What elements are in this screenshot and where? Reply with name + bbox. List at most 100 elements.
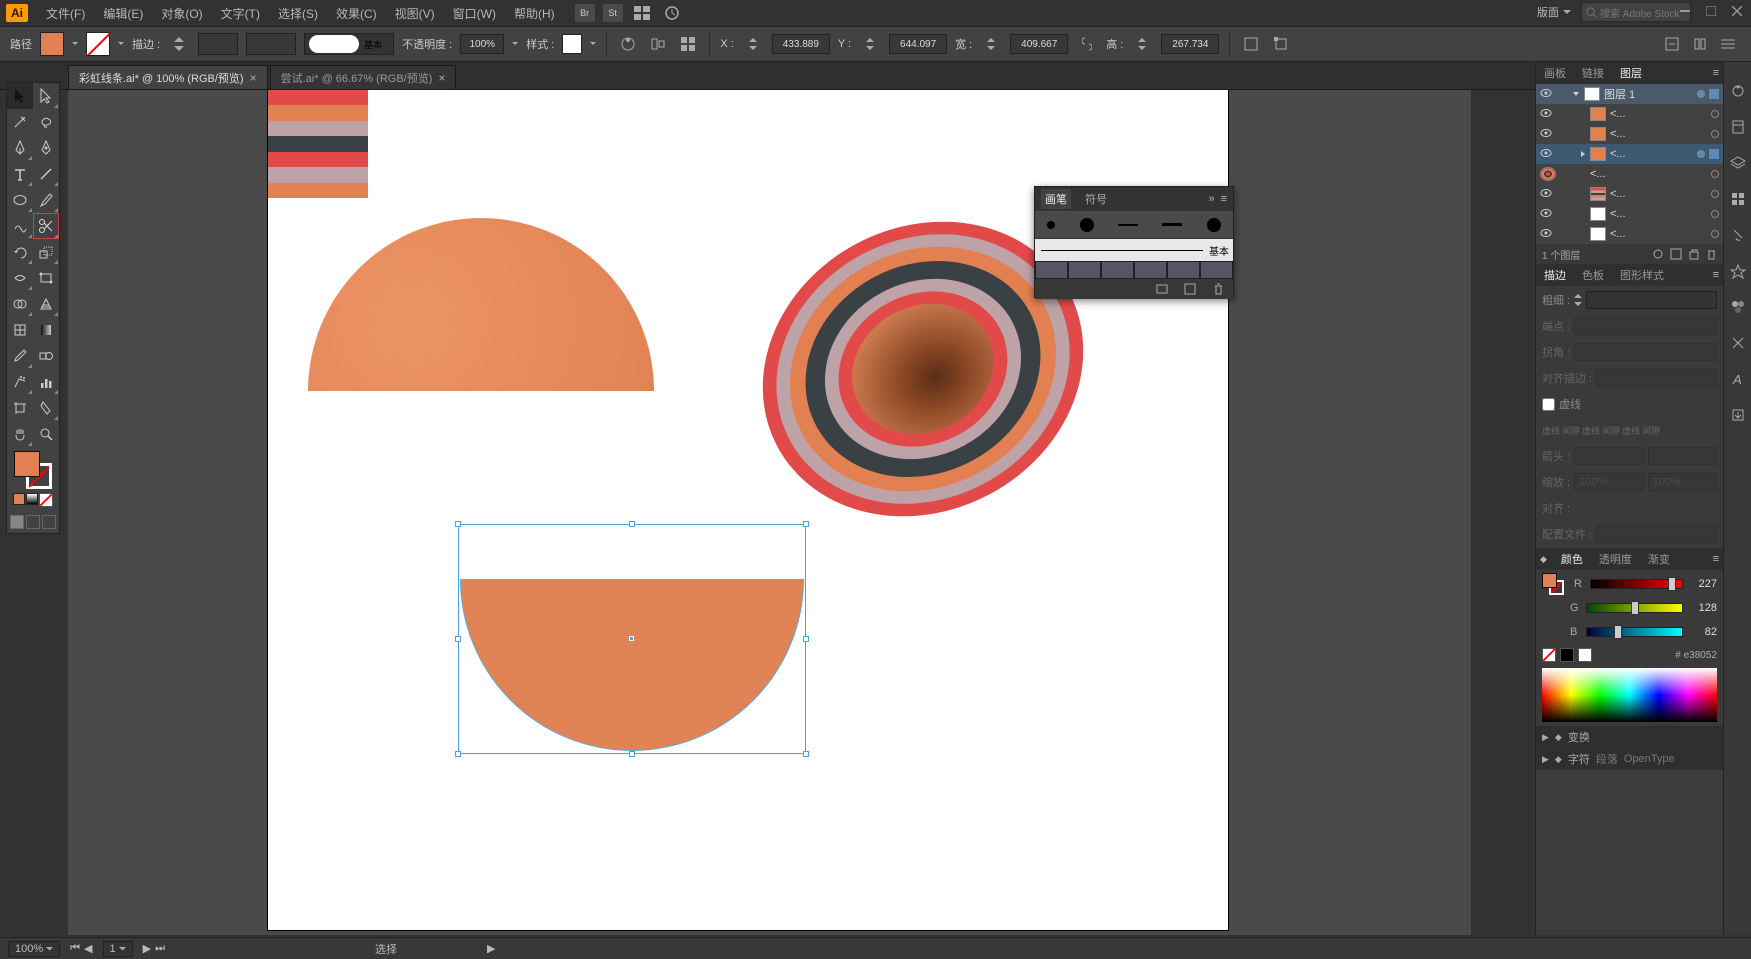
brush-basic-row[interactable]: 基本	[1035, 239, 1233, 261]
brushes-tab[interactable]: 画笔	[1041, 189, 1071, 209]
layer-item[interactable]: <...	[1536, 204, 1723, 224]
width-tool[interactable]	[7, 265, 33, 291]
last-artboard-icon[interactable]: ⏭	[155, 942, 165, 955]
character-panel-collapsed[interactable]: ▶◆ 字符 段落 OpenType	[1536, 748, 1723, 770]
layer-item[interactable]: <...	[1536, 104, 1723, 124]
layer-item[interactable]: <...	[1536, 164, 1723, 184]
panel-menu-icon[interactable]: ≡	[1221, 193, 1227, 205]
green-slider[interactable]	[1586, 603, 1683, 613]
center-anchor[interactable]	[629, 636, 634, 641]
document-tab-2[interactable]: 尝试.ai* @ 66.67% (RGB/预览) ×	[270, 65, 457, 89]
delete-layer-icon[interactable]	[1706, 248, 1717, 260]
locate-icon[interactable]	[1652, 248, 1664, 260]
black-swatch[interactable]	[1560, 648, 1574, 662]
shape-1-icon[interactable]	[1240, 33, 1262, 55]
panel-collapse-icon[interactable]: »	[1208, 193, 1214, 205]
next-artboard-icon[interactable]: ▶	[143, 942, 151, 955]
mini-fill-stroke[interactable]	[1542, 573, 1564, 595]
w-stepper[interactable]	[980, 33, 1002, 55]
selection-tool[interactable]	[7, 83, 33, 109]
layers-tab[interactable]: 图层	[1616, 63, 1646, 83]
transform-panel-collapsed[interactable]: ▶◆变换	[1536, 726, 1723, 748]
panel-menu-icon[interactable]	[1717, 33, 1739, 55]
selected-object[interactable]	[458, 524, 806, 754]
artboard-tool[interactable]	[7, 395, 33, 421]
close-tab-icon[interactable]: ×	[250, 71, 257, 85]
zoom-dropdown[interactable]: 100%	[8, 941, 60, 957]
resize-handle-se[interactable]	[803, 751, 809, 757]
width-input[interactable]	[1010, 34, 1068, 54]
panel-menu-icon[interactable]: ≡	[1713, 269, 1719, 281]
minimize-button[interactable]	[1677, 4, 1693, 18]
document-tab-1[interactable]: 彩虹线条.ai* @ 100% (RGB/预览) ×	[68, 65, 268, 89]
stroke-tab[interactable]: 描边	[1540, 265, 1570, 285]
transparency-tab[interactable]: 透明度	[1595, 549, 1636, 569]
char-tab[interactable]: 字符	[1568, 751, 1590, 767]
gpu-preview-icon[interactable]	[661, 2, 683, 24]
brush-definition[interactable]: 基本	[304, 33, 394, 55]
menu-view[interactable]: 视图(V)	[387, 2, 443, 25]
graphic-styles-icon[interactable]	[1729, 334, 1747, 352]
color-mode-swatch[interactable]	[13, 493, 25, 505]
color-spectrum[interactable]	[1542, 668, 1717, 722]
resize-handle-w[interactable]	[455, 636, 461, 642]
scale-tool[interactable]	[33, 239, 59, 265]
brush-new-icon[interactable]	[1179, 278, 1201, 300]
prev-artboard-icon[interactable]: ◀	[84, 942, 92, 955]
layers-icon[interactable]	[1729, 154, 1747, 172]
align-icon[interactable]	[647, 33, 669, 55]
hand-tool[interactable]	[7, 421, 33, 447]
rotate-tool[interactable]	[7, 239, 33, 265]
resize-handle-nw[interactable]	[455, 521, 461, 527]
paintbrush-tool[interactable]	[33, 187, 59, 213]
menu-edit[interactable]: 编辑(E)	[95, 2, 151, 25]
red-slider[interactable]	[1590, 579, 1683, 589]
y-stepper[interactable]	[859, 33, 881, 55]
gradient-tab[interactable]: 渐变	[1644, 549, 1674, 569]
chevron-down-icon[interactable]	[72, 42, 78, 46]
blend-tool[interactable]	[33, 343, 59, 369]
ellipse-tool[interactable]	[7, 187, 33, 213]
menu-window[interactable]: 窗口(W)	[445, 2, 504, 25]
column-graph-tool[interactable]	[33, 369, 59, 395]
recolor-icon[interactable]	[617, 33, 639, 55]
symbol-sprayer-tool[interactable]	[7, 369, 33, 395]
x-input[interactable]	[772, 34, 830, 54]
stroke-weight-stepper[interactable]	[168, 33, 190, 55]
workspace-switcher[interactable]: 版面	[1537, 4, 1571, 20]
variable-width-profile[interactable]	[246, 33, 296, 55]
gradient-tool[interactable]	[33, 317, 59, 343]
eyedropper-tool[interactable]	[7, 343, 33, 369]
brush-delete-icon[interactable]	[1207, 278, 1229, 300]
white-swatch[interactable]	[1578, 648, 1592, 662]
opacity-input[interactable]	[460, 34, 504, 54]
opentype-tab[interactable]: OpenType	[1624, 753, 1675, 765]
libraries-icon[interactable]	[1729, 118, 1747, 136]
shaper-tool[interactable]	[7, 213, 33, 239]
layer-header-row[interactable]: 图层 1	[1536, 84, 1723, 104]
layer-target-icon[interactable]	[1709, 89, 1719, 99]
layer-item[interactable]: <...	[1536, 224, 1723, 244]
color-tab[interactable]: 颜色	[1557, 549, 1587, 569]
x-stepper[interactable]	[742, 33, 764, 55]
expand-icon[interactable]	[1572, 90, 1580, 98]
link-wh-icon[interactable]	[1076, 33, 1098, 55]
h-stepper[interactable]	[1131, 33, 1153, 55]
height-input[interactable]	[1161, 34, 1219, 54]
stock-icon[interactable]: St	[603, 4, 623, 22]
brush-thumbnails[interactable]	[1035, 261, 1233, 279]
none-color-swatch[interactable]	[1542, 648, 1556, 662]
stroke-swatch[interactable]	[86, 32, 110, 56]
resize-handle-sw[interactable]	[455, 751, 461, 757]
magic-wand-tool[interactable]	[7, 109, 33, 135]
resize-handle-s[interactable]	[629, 751, 635, 757]
pref-1-icon[interactable]	[1661, 33, 1683, 55]
slice-tool[interactable]	[33, 395, 59, 421]
panel-menu-icon[interactable]: ≡	[1713, 553, 1719, 565]
type-panel-icon[interactable]: A	[1729, 370, 1747, 388]
curvature-tool[interactable]	[33, 135, 59, 161]
scissors-tool[interactable]	[33, 213, 59, 239]
symbols-icon[interactable]	[1729, 262, 1747, 280]
bridge-icon[interactable]: Br	[575, 4, 595, 22]
search-stock-input[interactable]: 搜索 Adobe Stock	[1581, 2, 1691, 22]
